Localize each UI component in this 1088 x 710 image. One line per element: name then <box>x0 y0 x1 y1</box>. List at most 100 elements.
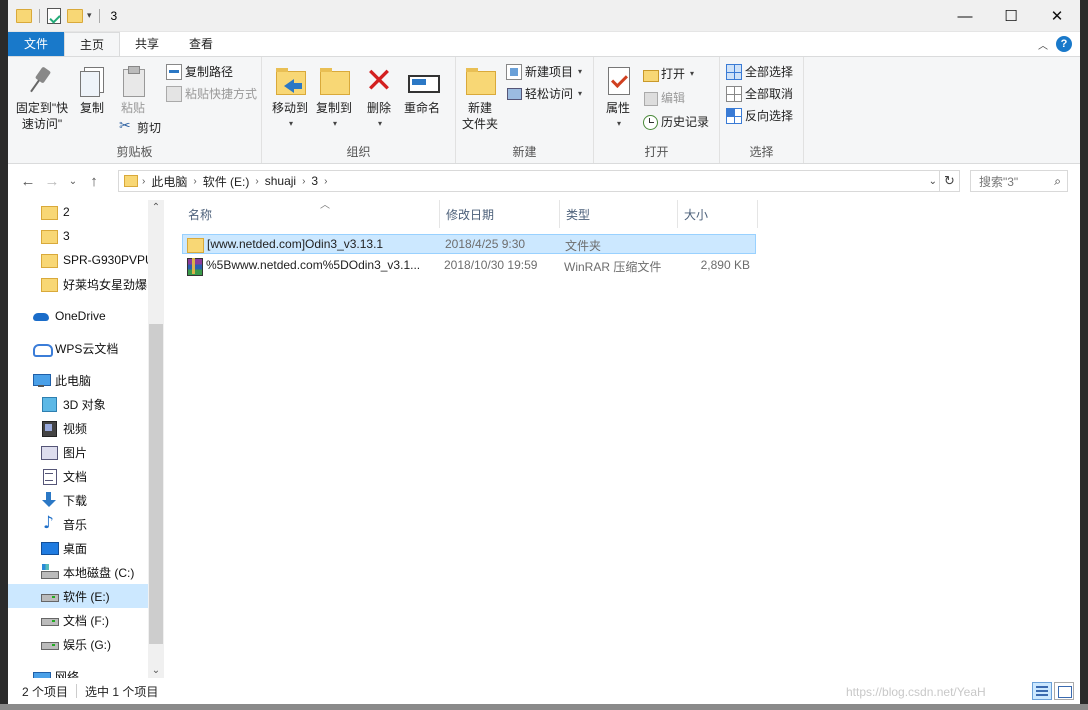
nav-item-onedrive[interactable]: OneDrive <box>8 304 148 328</box>
address-dropdown-icon[interactable]: ⌄ <box>929 176 937 187</box>
nav-item-drive-e[interactable]: 软件 (E:) <box>8 584 148 608</box>
nav-item-this-pc[interactable]: 此电脑 <box>8 368 148 392</box>
address-bar[interactable]: › 此电脑 › 软件 (E:) › shuaji › 3 › ⌄ <box>118 170 940 192</box>
move-to-button[interactable]: 移动到 ▾ <box>270 65 310 132</box>
forward-arrow-icon[interactable]: → <box>40 173 64 190</box>
folder-icon <box>187 237 204 253</box>
nav-item-network[interactable]: 网络 <box>8 664 148 678</box>
cut-button[interactable]: 剪切 <box>118 118 161 136</box>
back-arrow-icon[interactable]: ← <box>16 173 40 190</box>
file-row[interactable]: [www.netded.com]Odin3_v3.13.1 2018/4/25 … <box>182 234 756 254</box>
new-item-button[interactable]: 新建项目 ▾ <box>506 63 582 80</box>
breadcrumb-drive-e[interactable]: 软件 (E:) <box>197 173 256 190</box>
status-bar: 2 个项目 选中 1 个项目 https://blog.csdn.net/Yea… <box>8 678 1080 704</box>
quick-access-toolbar: ▾ <box>8 7 103 24</box>
refresh-icon[interactable]: ↻ <box>940 170 960 192</box>
help-icon[interactable]: ? <box>1056 36 1072 52</box>
nav-item-documents[interactable]: 文档 <box>8 464 148 488</box>
nav-item-music[interactable]: 音乐 <box>8 512 148 536</box>
nav-item-drive-c[interactable]: 本地磁盘 (C:) <box>8 560 148 584</box>
breadcrumb-3[interactable]: 3 <box>305 174 324 188</box>
scroll-down-icon[interactable]: ⌄ <box>148 665 164 676</box>
nav-item-label: 桌面 <box>63 541 88 556</box>
file-date: 2018/4/25 9:30 <box>445 237 526 251</box>
breadcrumb-this-pc[interactable]: 此电脑 <box>145 173 193 190</box>
maximize-button[interactable]: ☐ <box>988 0 1034 32</box>
column-header-date[interactable]: 修改日期 <box>440 200 560 228</box>
details-view-icon[interactable] <box>1032 682 1052 700</box>
nav-item-drive-f[interactable]: 文档 (F:) <box>8 608 148 632</box>
search-icon[interactable]: ⌕ <box>1054 174 1061 189</box>
large-icons-view-icon[interactable] <box>1054 682 1074 700</box>
select-all-button[interactable]: 全部选择 <box>726 63 793 80</box>
ribbon: 固定到"快 速访问" 复制 粘贴 复制路径 粘贴快捷方式 剪切 <box>8 56 1080 164</box>
close-button[interactable]: ✕ <box>1034 0 1080 32</box>
properties-qat-icon[interactable] <box>47 7 63 24</box>
this-pc-icon <box>33 372 51 388</box>
minimize-button[interactable]: — <box>942 0 988 32</box>
nav-item-folder-2[interactable]: 2 <box>8 200 148 224</box>
nav-item-label: SPR-G930PVPU <box>63 253 148 267</box>
new-folder-label-2: 文件夹 <box>461 117 498 131</box>
scrollbar-thumb[interactable] <box>149 324 163 644</box>
breadcrumb-shuaji[interactable]: shuaji <box>259 174 302 188</box>
new-folder-button[interactable]: 新建 文件夹 <box>460 65 500 132</box>
new-item-dropdown-icon: ▾ <box>578 67 583 76</box>
invert-selection-button[interactable]: 反向选择 <box>726 107 793 124</box>
paste-button[interactable]: 粘贴 <box>114 65 152 116</box>
column-header-name[interactable]: ︿ 名称 <box>182 200 440 228</box>
tab-view[interactable]: 查看 <box>174 32 228 56</box>
delete-button[interactable]: ✕ 删除 ▾ <box>362 64 396 132</box>
easy-access-label: 轻松访问 <box>525 87 574 101</box>
column-header-type[interactable]: 类型 <box>560 200 678 228</box>
breadcrumb-separator-icon[interactable]: › <box>324 176 327 187</box>
desktop-background-right <box>1080 0 1088 710</box>
nav-item-label: 此电脑 <box>55 373 92 388</box>
nav-item-folder-3[interactable]: 3 <box>8 224 148 248</box>
ribbon-tabs: 文件 主页 共享 查看 ︿ ? <box>8 32 1080 56</box>
copy-to-button[interactable]: 复制到 ▾ <box>314 65 354 132</box>
nav-item-3d-objects[interactable]: 3D 对象 <box>8 392 148 416</box>
tab-share[interactable]: 共享 <box>120 32 174 56</box>
file-row[interactable]: %5Bwww.netded.com%5DOdin3_v3.1... 2018/1… <box>182 256 756 276</box>
nav-item-drive-g[interactable]: 娱乐 (G:) <box>8 632 148 656</box>
qat-separator <box>39 8 40 23</box>
tab-file[interactable]: 文件 <box>8 32 65 56</box>
copy-button[interactable]: 复制 <box>74 65 110 116</box>
qat-dropdown-icon[interactable]: ▾ <box>87 10 92 21</box>
nav-item-label: 下载 <box>63 493 88 508</box>
tab-home[interactable]: 主页 <box>64 32 121 56</box>
videos-icon <box>41 420 57 437</box>
nav-item-desktop[interactable]: 桌面 <box>8 536 148 560</box>
recent-locations-chevron-icon[interactable]: ⌄ <box>64 176 82 187</box>
nav-item-folder-hollywood[interactable]: 好莱坞女星劲爆 <box>8 272 148 296</box>
open-button[interactable]: 打开 ▾ <box>642 65 694 82</box>
paste-shortcut-button[interactable]: 粘贴快捷方式 <box>166 85 257 102</box>
nav-item-folder-spr[interactable]: SPR-G930PVPU <box>8 248 148 272</box>
column-header-size[interactable]: 大小 <box>678 200 758 228</box>
taskbar-strip <box>0 704 1088 710</box>
history-icon <box>642 114 658 130</box>
rename-button[interactable]: 重命名 <box>400 65 444 116</box>
nav-item-pictures[interactable]: 图片 <box>8 440 148 464</box>
edit-button[interactable]: 编辑 <box>642 89 685 106</box>
nav-item-downloads[interactable]: 下载 <box>8 488 148 512</box>
new-group: 新建 文件夹 新建项目 ▾ 轻松访问 ▾ 新建 <box>456 57 594 163</box>
history-button[interactable]: 历史记录 <box>642 113 709 130</box>
scroll-up-icon[interactable]: ⌃ <box>148 202 164 213</box>
search-input[interactable]: 搜索"3" ⌕ <box>970 170 1068 192</box>
nav-item-videos[interactable]: 视频 <box>8 416 148 440</box>
pin-quick-access-button[interactable]: 固定到"快 速访问" <box>12 65 72 132</box>
nav-scrollbar[interactable]: ⌃ ⌄ <box>148 200 164 678</box>
collapse-ribbon-icon[interactable]: ︿ <box>1038 37 1048 52</box>
properties-button[interactable]: 属性 ▾ <box>600 65 636 132</box>
status-separator <box>76 684 78 698</box>
copy-path-button[interactable]: 复制路径 <box>166 63 233 80</box>
easy-access-button[interactable]: 轻松访问 ▾ <box>506 85 582 102</box>
select-none-button[interactable]: 全部取消 <box>726 85 793 102</box>
nav-item-wps-cloud[interactable]: WPS云文档 <box>8 336 148 360</box>
up-arrow-icon[interactable]: ↑ <box>82 173 106 190</box>
file-size: 2,890 KB <box>700 258 750 272</box>
new-folder-qat-icon[interactable] <box>67 8 83 24</box>
rename-label: 重命名 <box>403 101 440 115</box>
